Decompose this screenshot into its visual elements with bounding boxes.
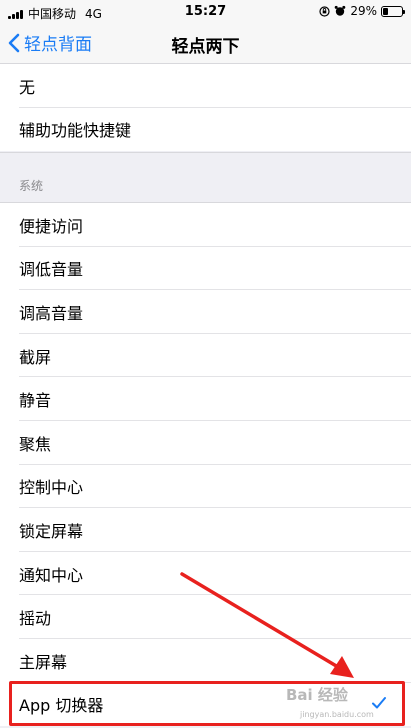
status-right: 29% xyxy=(319,4,405,18)
option-lock-screen[interactable]: 锁定屏幕 xyxy=(0,508,411,552)
option-label: 控制中心 xyxy=(19,478,84,498)
option-app-switcher[interactable]: App 切换器 xyxy=(0,682,411,727)
option-control-center[interactable]: 控制中心 xyxy=(0,464,411,509)
navigation-bar: 轻点背面 轻点两下 xyxy=(0,24,411,64)
checkmark-icon xyxy=(372,696,386,709)
option-accessibility-shortcut[interactable]: 辅助功能快捷键 xyxy=(0,107,411,152)
option-label: 静音 xyxy=(19,391,52,411)
back-button[interactable]: 轻点背面 xyxy=(8,30,92,55)
option-label: 便捷访问 xyxy=(19,216,84,236)
option-label: 主屏幕 xyxy=(19,652,68,672)
battery-fill xyxy=(383,7,389,15)
option-screenshot[interactable]: 截屏 xyxy=(0,333,411,378)
option-shake[interactable]: 摇动 xyxy=(0,595,411,639)
option-label: 锁定屏幕 xyxy=(19,521,84,541)
option-label: 调低音量 xyxy=(19,260,84,280)
option-home[interactable]: 主屏幕 xyxy=(0,638,411,683)
option-label: 辅助功能快捷键 xyxy=(19,121,132,141)
top-options-list: 无 辅助功能快捷键 xyxy=(0,64,411,152)
option-label: 通知中心 xyxy=(19,565,84,585)
option-label: 聚焦 xyxy=(19,434,52,454)
option-volume-up[interactable]: 调高音量 xyxy=(0,290,411,334)
option-label: 截屏 xyxy=(19,347,52,367)
alarm-icon xyxy=(335,5,346,16)
section-header-system: 系统 xyxy=(0,152,411,202)
orientation-lock-icon xyxy=(319,5,330,17)
status-bar: 中国移动 4G 15:27 29% xyxy=(0,0,411,24)
option-label: 摇动 xyxy=(19,609,52,629)
option-volume-down[interactable]: 调低音量 xyxy=(0,246,411,291)
option-mute[interactable]: 静音 xyxy=(0,377,411,421)
battery-icon xyxy=(381,5,405,17)
option-focus[interactable]: 聚焦 xyxy=(0,420,411,465)
system-options-list: 便捷访问 调低音量 调高音量 截屏 静音 聚焦 控制中心 锁定屏幕 通知中心 摇… xyxy=(0,202,411,727)
back-button-label: 轻点背面 xyxy=(24,35,92,55)
chevron-left-icon xyxy=(8,33,20,52)
option-label: 无 xyxy=(19,77,36,97)
section-header-label: 系统 xyxy=(19,179,44,193)
option-label: App 切换器 xyxy=(19,696,104,716)
option-reachability[interactable]: 便捷访问 xyxy=(0,203,411,247)
option-none[interactable]: 无 xyxy=(0,64,411,108)
option-notification-center[interactable]: 通知中心 xyxy=(0,551,411,596)
option-label: 调高音量 xyxy=(19,303,84,323)
battery-percent: 29% xyxy=(350,4,377,18)
